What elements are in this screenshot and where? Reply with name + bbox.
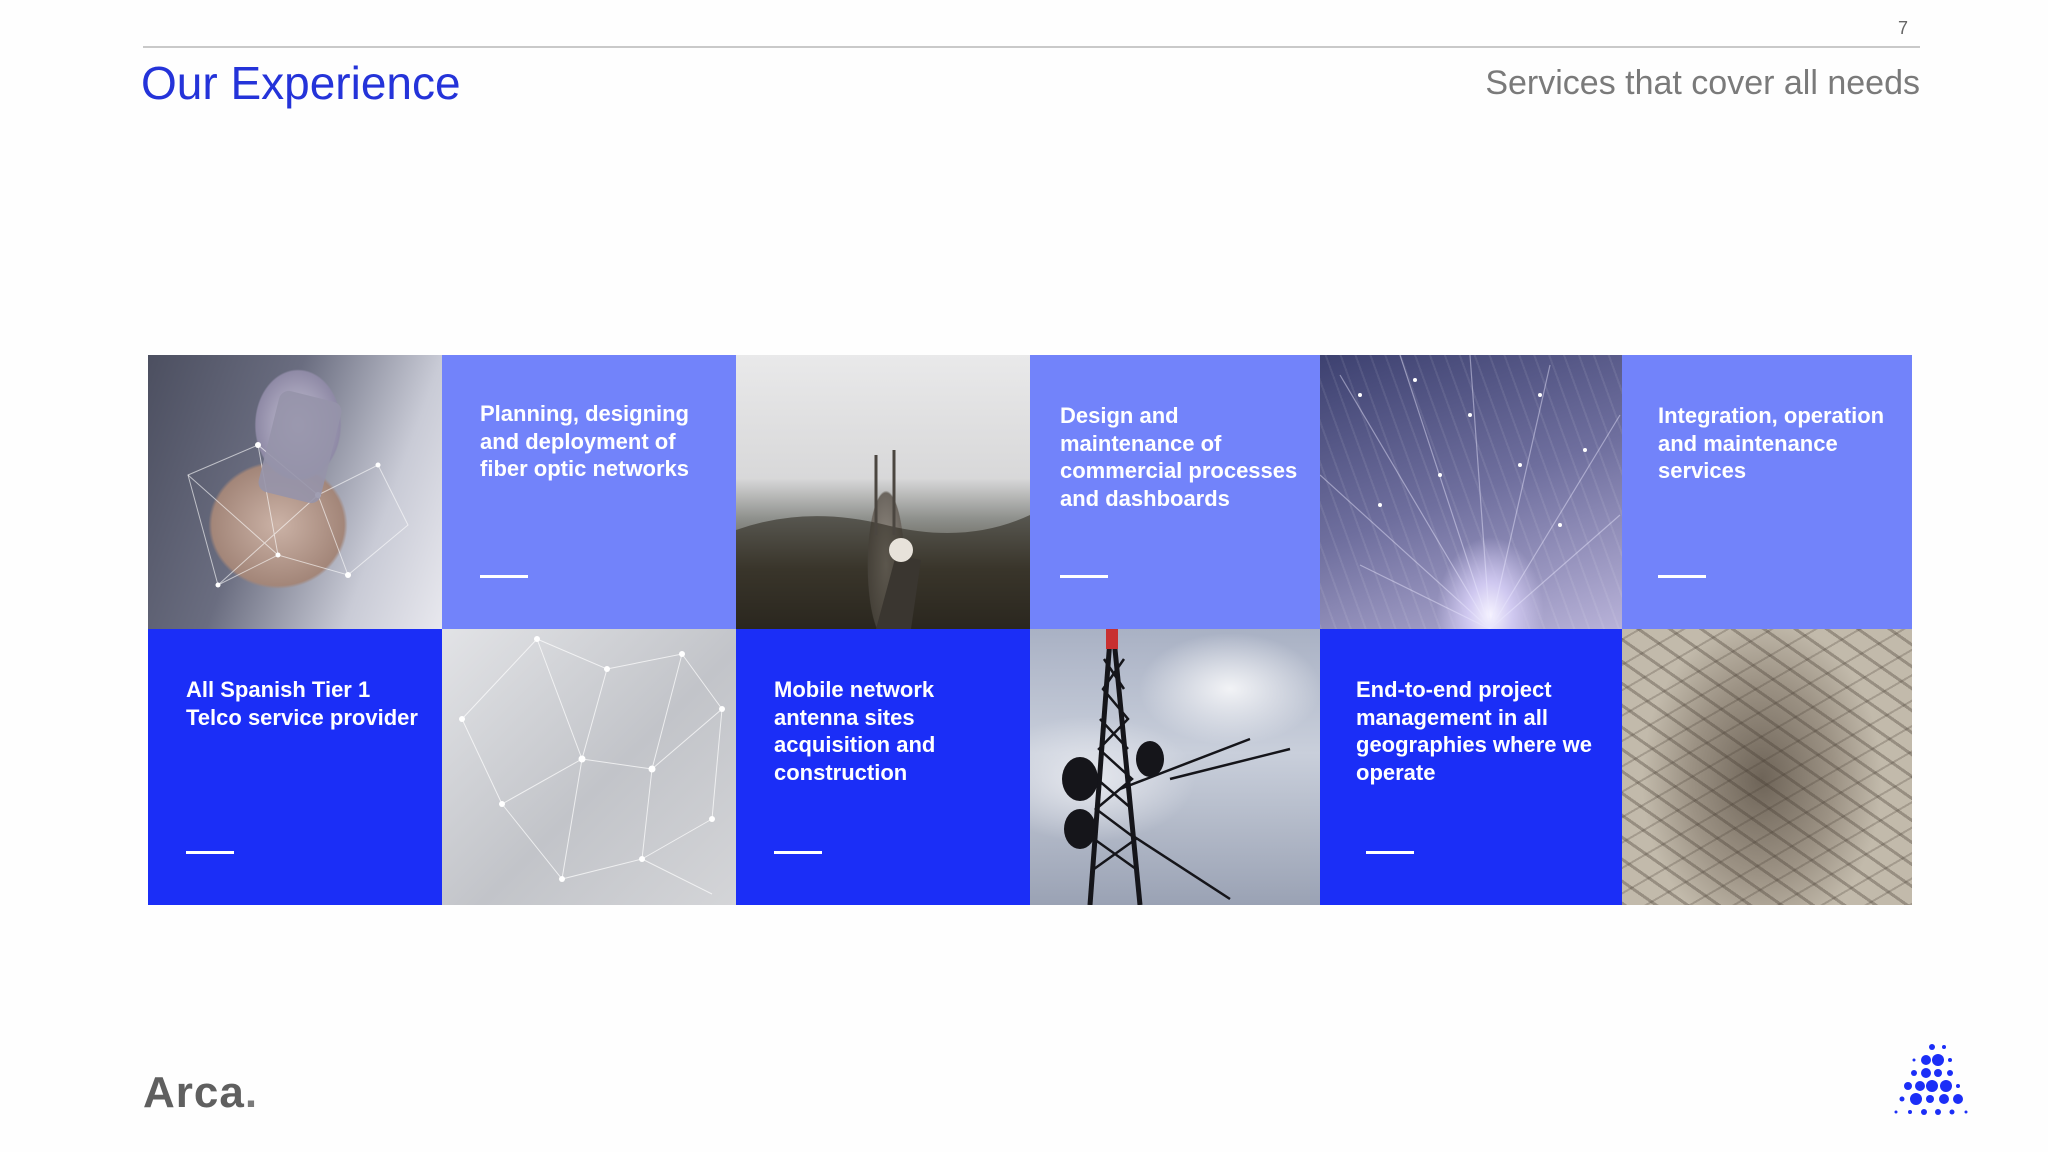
- tile-mobile-antenna-sites: Mobile network antenna sites acquisition…: [736, 629, 1030, 905]
- page-subtitle: Services that cover all needs: [1485, 64, 1920, 102]
- tile-text: Design and maintenance of commercial pro…: [1060, 403, 1298, 511]
- fiber-strands-graphic: [1320, 355, 1621, 629]
- page-title: Our Experience: [141, 57, 461, 109]
- antenna-tower-graphic: [1062, 629, 1291, 905]
- logo-text: Arca: [143, 1068, 245, 1117]
- tile-underline: [1366, 851, 1414, 854]
- photo-fiber-optic-strands: [1320, 355, 1622, 629]
- tile-text: Integration, operation and maintenance s…: [1658, 403, 1885, 483]
- tile-tier1-telco: All Spanish Tier 1 Telco service provide…: [148, 629, 442, 905]
- tile-text: All Spanish Tier 1 Telco service provide…: [186, 677, 418, 730]
- header-divider: [143, 46, 1920, 48]
- tile-underline: [186, 851, 234, 854]
- experience-grid: Planning, designing and deployment of fi…: [148, 355, 1912, 905]
- photo-hand-smartphone: [148, 355, 442, 629]
- tile-end-to-end-project: End-to-end project management in all geo…: [1320, 629, 1622, 905]
- tile-underline: [1060, 575, 1108, 578]
- photo-hand-pointing-landscape: [736, 355, 1030, 629]
- dot-grid-logo-icon: [1894, 1044, 1968, 1115]
- photo-network-mesh: [442, 629, 736, 905]
- tile-underline: [480, 575, 528, 578]
- photo-antenna-tower: [1030, 629, 1320, 905]
- company-logo: Arca.: [143, 1068, 258, 1118]
- tile-integration-operation: Integration, operation and maintenance s…: [1622, 355, 1912, 629]
- logo-dot: .: [244, 1068, 259, 1117]
- photo-aerial-terrain: [1622, 629, 1912, 905]
- network-mesh-graphic: [459, 636, 725, 895]
- tile-underline: [1658, 575, 1706, 578]
- tile-underline: [774, 851, 822, 854]
- network-overlay-graphic: [187, 390, 409, 588]
- tile-text: Mobile network antenna sites acquisition…: [774, 677, 936, 785]
- tile-text: Planning, designing and deployment of fi…: [480, 401, 690, 481]
- tile-fiber-optic-networks: Planning, designing and deployment of fi…: [442, 355, 736, 629]
- landscape-graphic: [736, 450, 1030, 629]
- page-number: 7: [1897, 18, 1908, 38]
- tile-commercial-processes: Design and maintenance of commercial pro…: [1030, 355, 1320, 629]
- tile-text: End-to-end project management in all geo…: [1356, 677, 1592, 785]
